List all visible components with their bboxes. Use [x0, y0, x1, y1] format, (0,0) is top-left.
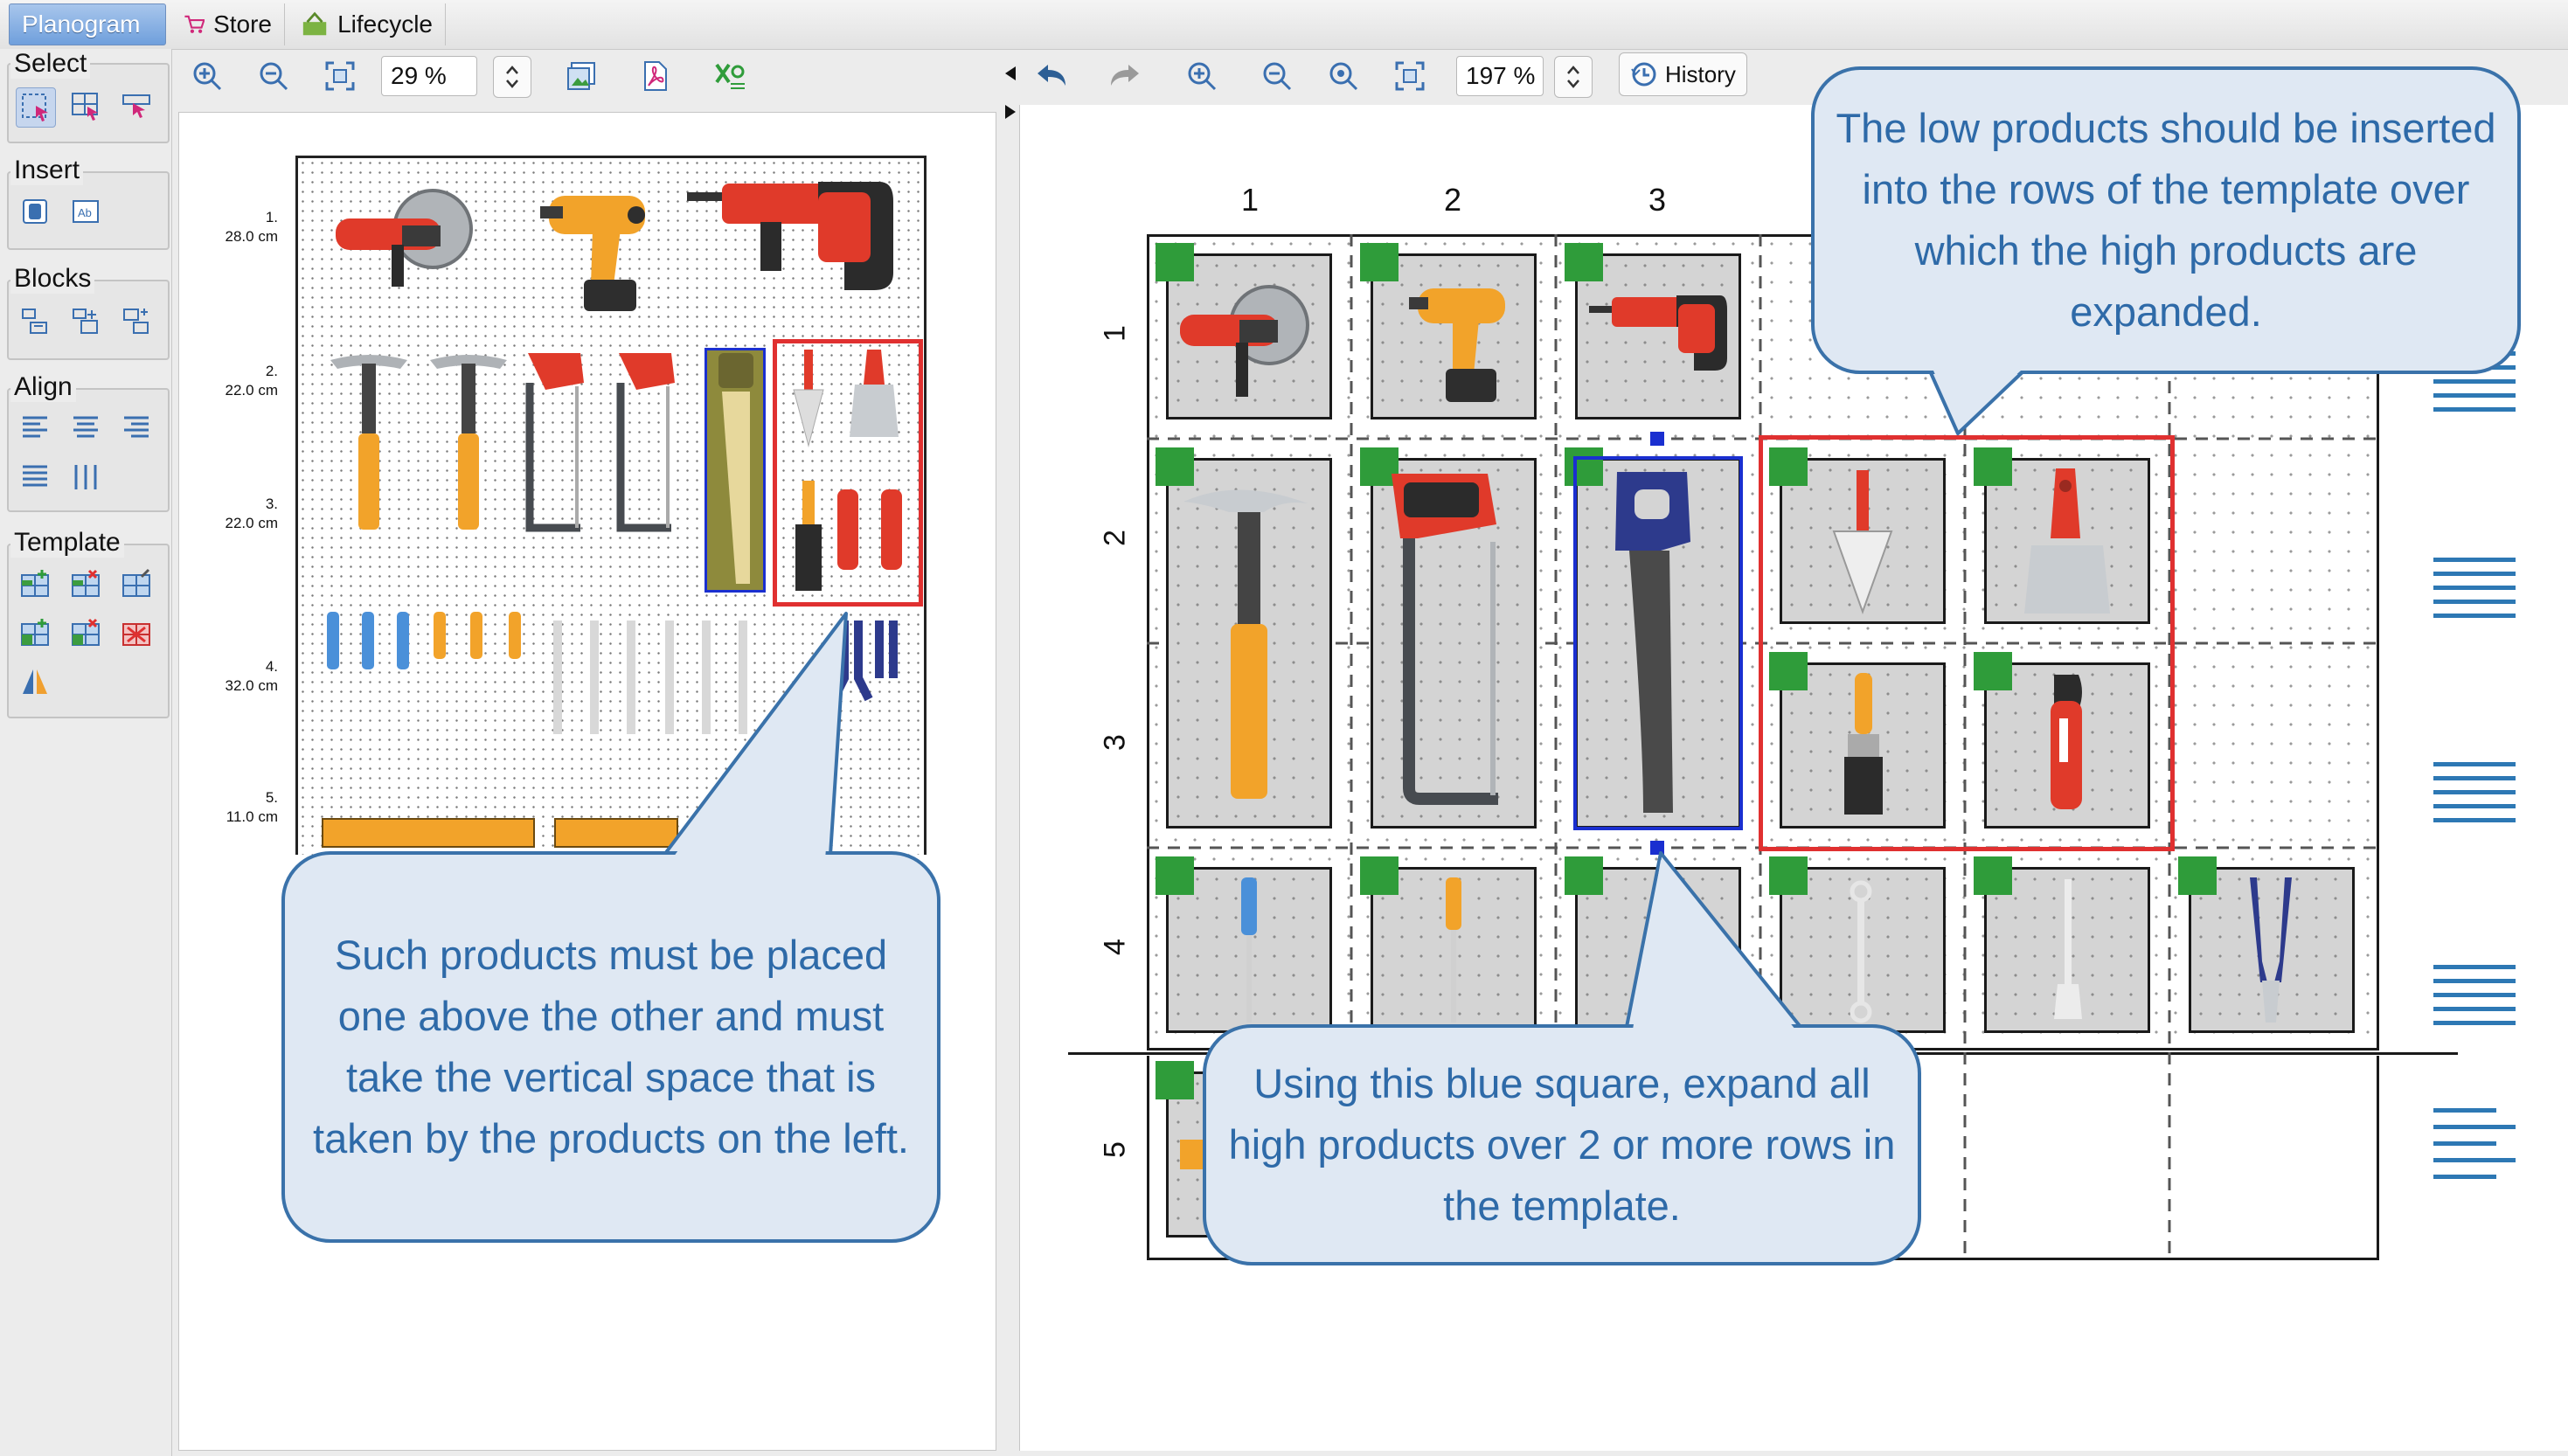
callout-tail-fill [671, 371, 2021, 1030]
